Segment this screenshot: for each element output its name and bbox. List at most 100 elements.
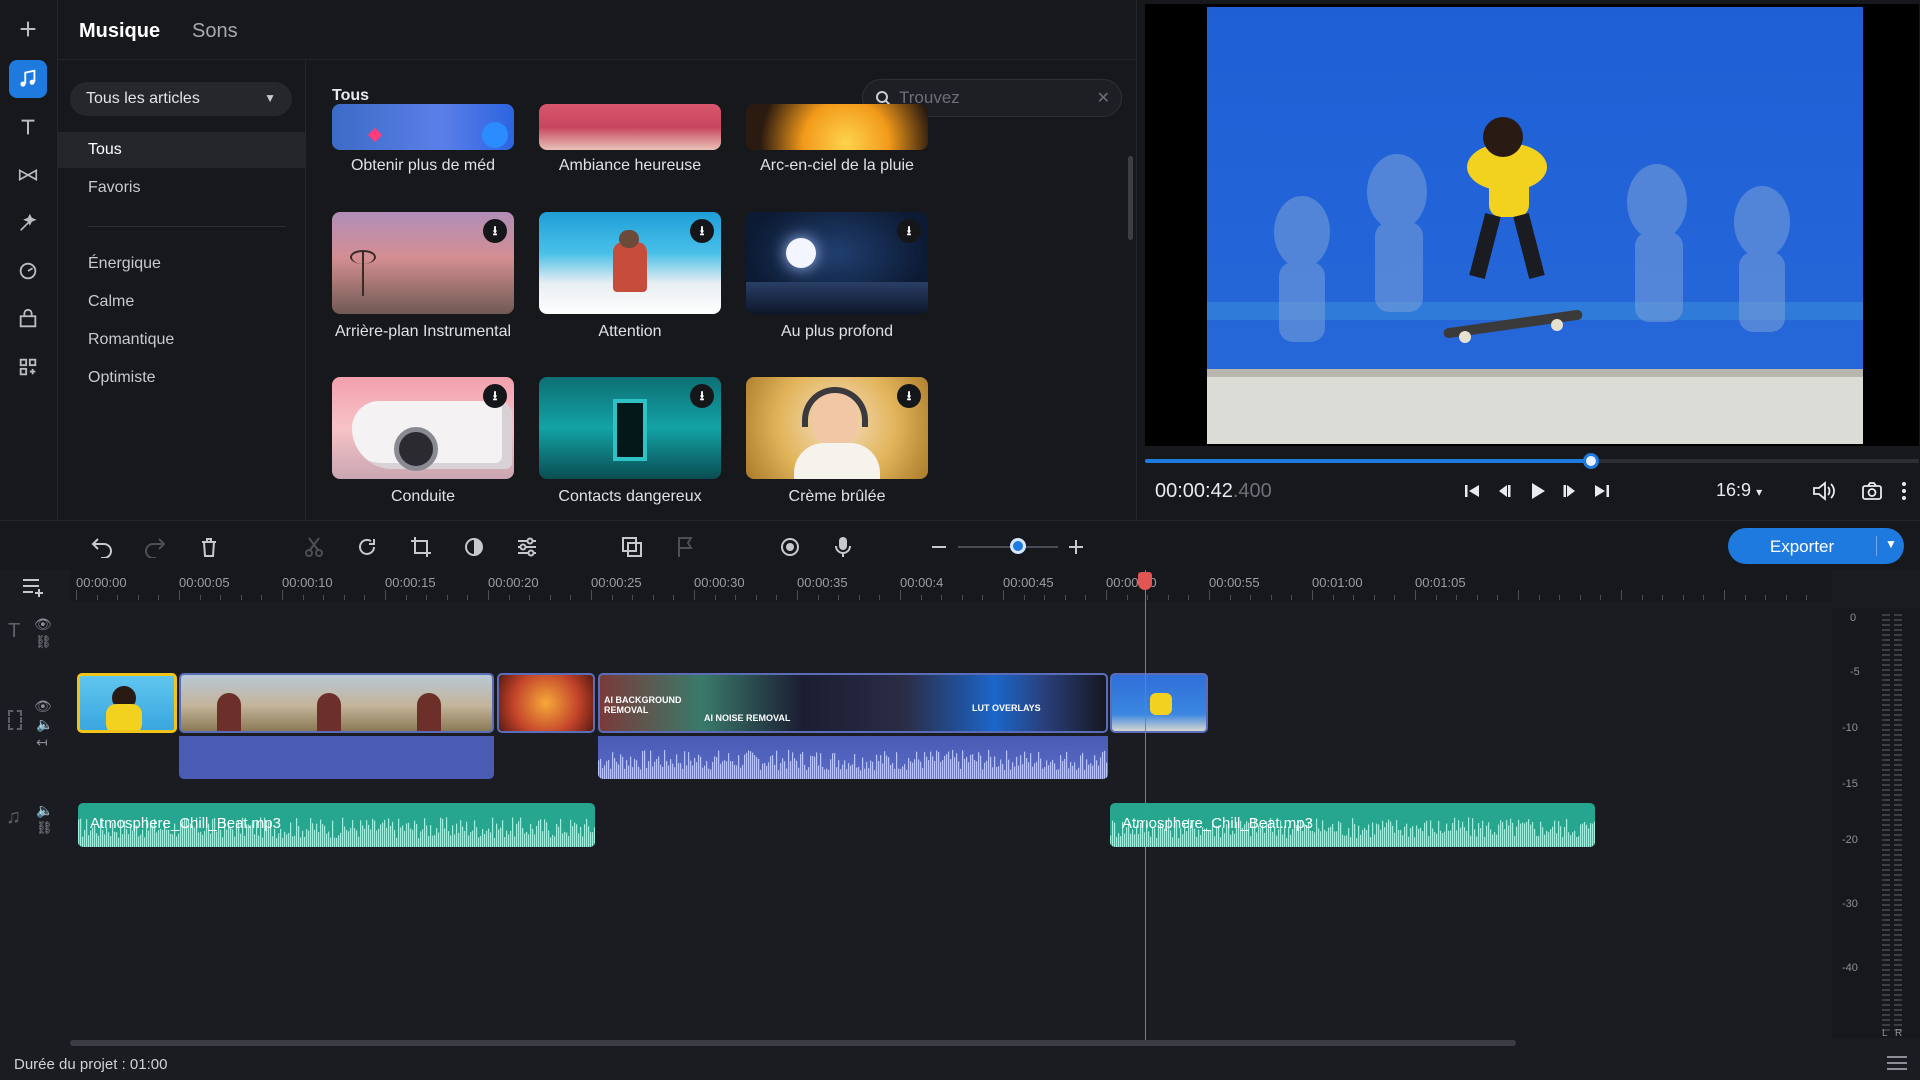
crop-icon[interactable] [407, 533, 435, 561]
cut-scissors-icon[interactable] [300, 533, 328, 561]
category-favorites[interactable]: Favoris [58, 170, 306, 206]
timeline-scrollbar[interactable] [70, 1040, 1516, 1046]
more-options-icon[interactable] [1889, 476, 1919, 506]
tab-music[interactable]: Musique [79, 20, 160, 43]
playback-progress[interactable] [1145, 453, 1919, 469]
ruler-tick-label: 00:00:4 [900, 575, 944, 590]
detach-audio-icon[interactable]: ↤ [36, 734, 48, 751]
video-clip[interactable] [1110, 673, 1208, 733]
ruler-tick [199, 595, 201, 600]
undo-icon[interactable] [88, 533, 116, 561]
audio-clip[interactable]: Atmosphere_Chill_Beat.mp3 [78, 803, 595, 847]
project-duration: Durée du projet : 01:00 [14, 1056, 168, 1073]
record-voiceover-microphone-icon[interactable] [829, 533, 857, 561]
audio-clip-name: Atmosphere_Chill_Beat.mp3 [90, 815, 281, 832]
category-optimistic[interactable]: Optimiste [58, 360, 306, 396]
effects-magic-icon[interactable] [9, 204, 47, 242]
download-icon[interactable]: ⭳ [690, 219, 714, 243]
text-track[interactable] [70, 606, 1832, 670]
download-icon[interactable]: ⭳ [690, 384, 714, 408]
zoom-out-icon[interactable] [925, 533, 953, 561]
video-clip-audio[interactable] [179, 736, 494, 779]
track-title: Crème brûlée [788, 488, 886, 505]
clear-search-icon[interactable]: ✕ [1097, 88, 1110, 108]
rotate-icon[interactable] [353, 533, 381, 561]
category-energetic[interactable]: Énergique [58, 246, 306, 282]
timeline-ruler[interactable]: 00:00:00 00:00:05 00:00:10 00:00:15 00:00:20… [70, 570, 1832, 602]
download-icon[interactable]: ⭳ [483, 219, 507, 243]
ruler-tick [797, 590, 798, 600]
audio-clip[interactable]: Atmosphere_Chill_Beat.mp3 [1110, 803, 1595, 847]
export-button[interactable]: Exporter ▼ [1728, 528, 1904, 564]
timeline-zoom-slider[interactable] [958, 546, 1058, 548]
video-clip[interactable] [497, 673, 595, 733]
ruler-tick-label: 00:01:00 [1312, 575, 1363, 590]
redo-icon[interactable] [141, 533, 169, 561]
visibility-eye-icon[interactable]: 👁 [34, 698, 52, 715]
playhead-handle[interactable] [1138, 572, 1152, 590]
tool-rail [0, 0, 58, 520]
color-adjust-icon[interactable] [460, 533, 488, 561]
ruler-tick [467, 595, 469, 600]
delete-trash-icon[interactable] [195, 533, 223, 561]
category-calm[interactable]: Calme [58, 284, 306, 320]
clip-properties-icon[interactable] [513, 533, 541, 561]
video-clip[interactable]: AI BACKGROUND REMOVAL AI NOISE REMOVAL L… [598, 673, 1108, 733]
category-all[interactable]: Tous [58, 132, 306, 168]
grid-layout-icon[interactable] [1886, 1054, 1908, 1072]
meter-db-label: -15 [1842, 778, 1858, 790]
aspect-ratio-select[interactable]: 16:9 ▾ [1716, 480, 1762, 501]
record-webcam-icon[interactable] [776, 533, 804, 561]
store-bag-icon[interactable] [9, 300, 47, 338]
zoom-slider-handle[interactable] [1010, 538, 1026, 554]
video-clip-selected[interactable] [77, 673, 177, 733]
snapshot-camera-icon[interactable] [1857, 476, 1887, 506]
download-icon[interactable]: ⭳ [483, 384, 507, 408]
speed-clock-icon[interactable] [9, 252, 47, 290]
ruler-tick [137, 595, 139, 600]
ruler-tick-label: 00:00:00 [76, 575, 127, 590]
music-library: Tous ✕ Obtenir plus de méd Ambiance heur… [306, 60, 1136, 520]
export-options-chevron-icon[interactable]: ▼ [1885, 537, 1897, 551]
transitions-icon[interactable] [9, 156, 47, 194]
progress-handle[interactable] [1582, 453, 1599, 469]
download-icon[interactable]: ⭳ [897, 219, 921, 243]
music-icon[interactable] [9, 60, 47, 98]
skip-to-start-icon[interactable] [1457, 476, 1487, 506]
ruler-tick [1106, 590, 1107, 600]
download-icon[interactable]: ⭳ [897, 384, 921, 408]
export-divider [1876, 536, 1877, 556]
category-romantic[interactable]: Romantique [58, 322, 306, 358]
text-icon[interactable] [9, 108, 47, 146]
tab-sounds[interactable]: Sons [192, 20, 238, 43]
video-clip-audio-waveform[interactable] [598, 736, 1108, 779]
ruler-tick [1621, 590, 1622, 600]
zoom-in-icon[interactable] [1062, 533, 1090, 561]
video-clip[interactable] [179, 673, 494, 733]
next-frame-icon[interactable] [1555, 476, 1585, 506]
unlink-icon[interactable]: ⛓ [36, 820, 53, 836]
playhead[interactable] [1145, 570, 1146, 1040]
export-button-label: Exporter [1769, 537, 1835, 556]
previous-frame-icon[interactable] [1489, 476, 1519, 506]
visibility-eye-icon[interactable]: 👁 [34, 616, 52, 633]
volume-icon[interactable]: 🔈 [36, 802, 53, 819]
play-icon[interactable] [1522, 476, 1552, 506]
library-scrollbar[interactable] [1128, 156, 1133, 240]
ruler-tick-label: 00:00:55 [1209, 575, 1260, 590]
skip-to-end-icon[interactable] [1587, 476, 1617, 506]
search-input[interactable] [899, 88, 1089, 108]
add-icon[interactable] [9, 10, 47, 48]
ruler-tick [158, 595, 160, 600]
overlay-icon[interactable] [618, 533, 646, 561]
link-icon[interactable]: ⛓ [35, 634, 52, 650]
marker-flag-icon[interactable] [671, 533, 699, 561]
volume-icon[interactable] [1809, 476, 1839, 506]
ruler-tick [1641, 595, 1643, 600]
add-track-icon[interactable] [20, 572, 48, 600]
more-tools-grid-icon[interactable] [9, 348, 47, 386]
video-player[interactable] [1145, 4, 1919, 446]
volume-icon[interactable]: 🔈 [36, 716, 53, 733]
meter-db-label: 0 [1850, 612, 1857, 624]
filter-dropdown[interactable]: Tous les articles ▼ [70, 82, 292, 116]
